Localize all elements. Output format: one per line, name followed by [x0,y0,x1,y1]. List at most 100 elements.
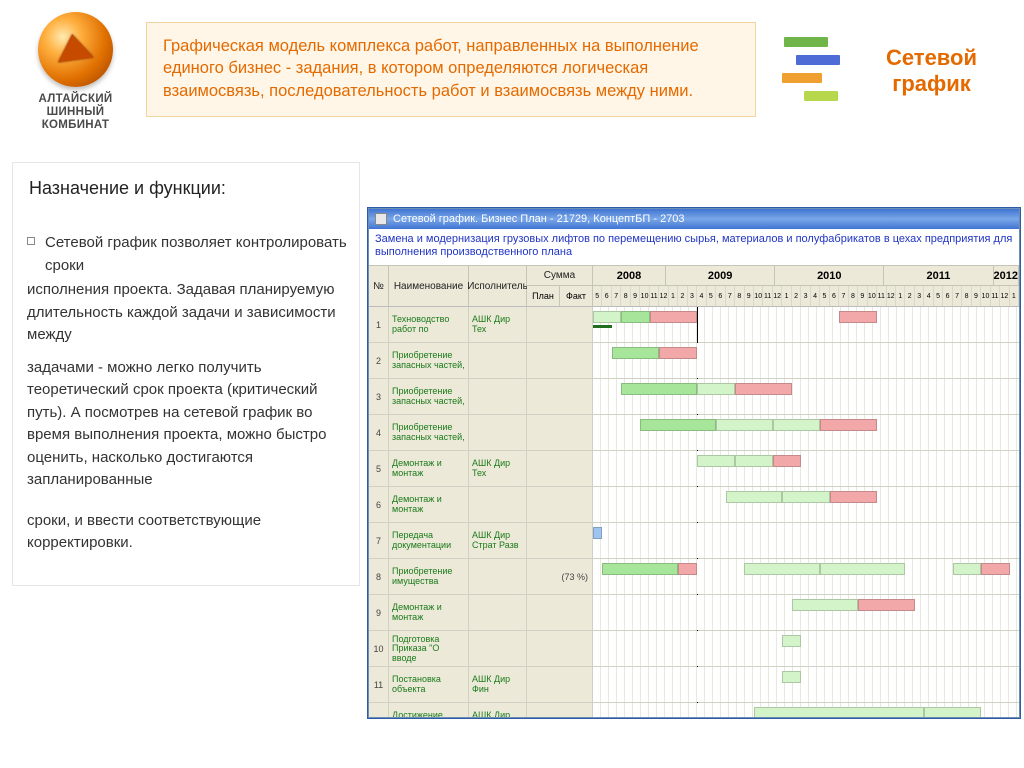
month-header[interactable]: 10 [640,286,649,306]
table-row[interactable]: 12Достижение фактическогоАШК Дир Тех [369,703,1019,718]
table-row[interactable]: 8Приобретение имущества(73 %) [369,559,1019,595]
month-header[interactable]: 6 [943,286,952,306]
gantt-bar[interactable] [744,563,820,575]
month-header[interactable]: 7 [612,286,621,306]
year-header[interactable]: 2009 [666,266,775,286]
gantt-bar[interactable] [820,419,877,431]
gantt-bar[interactable] [612,347,659,359]
gantt-bar[interactable] [858,599,915,611]
year-header[interactable]: 2012 [994,266,1019,286]
year-header[interactable]: 2008 [593,266,666,286]
gantt-lane[interactable] [593,487,1019,522]
month-header[interactable]: 12 [887,286,896,306]
month-header[interactable]: 11 [991,286,1000,306]
gantt-bar[interactable] [621,311,649,323]
gantt-bar[interactable] [716,419,773,431]
month-header[interactable]: 1 [1010,286,1019,306]
month-header[interactable]: 3 [915,286,924,306]
month-header[interactable]: 1 [669,286,678,306]
gantt-bar[interactable] [754,707,924,718]
gantt-lane[interactable] [593,667,1019,702]
gantt-bar[interactable] [593,527,602,539]
gantt-bar[interactable] [650,311,697,323]
gantt-lane[interactable] [593,703,1019,718]
month-header[interactable]: 7 [839,286,848,306]
month-header[interactable]: 2 [678,286,687,306]
gantt-bar[interactable] [782,635,801,647]
gantt-bar[interactable] [593,325,612,328]
gantt-lane[interactable] [593,559,1019,594]
month-header[interactable]: 6 [830,286,839,306]
month-header[interactable]: 11 [650,286,659,306]
month-header[interactable]: 5 [593,286,602,306]
gantt-lane[interactable] [593,307,1019,342]
month-header[interactable]: 3 [801,286,810,306]
gantt-lane[interactable] [593,631,1019,666]
gantt-lane[interactable] [593,595,1019,630]
gantt-bar[interactable] [773,419,820,431]
gantt-bar[interactable] [697,383,735,395]
col-header-plan[interactable]: План [527,286,560,306]
month-header[interactable]: 6 [716,286,725,306]
gantt-lane[interactable] [593,523,1019,558]
gantt-bar[interactable] [839,311,877,323]
col-header-num[interactable]: № [369,266,389,306]
month-header[interactable]: 5 [820,286,829,306]
month-header[interactable]: 5 [934,286,943,306]
gantt-lane[interactable] [593,415,1019,450]
table-row[interactable]: 10Подготовка Приказа "О вводе [369,631,1019,667]
month-header[interactable]: 8 [735,286,744,306]
month-header[interactable]: 9 [858,286,867,306]
gantt-bar[interactable] [981,563,1009,575]
gantt-bar[interactable] [726,491,783,503]
gantt-lane[interactable] [593,451,1019,486]
gantt-body[interactable]: 1Техноводство работ поАШК Дир Тех2Приобр… [369,307,1019,718]
gantt-bar[interactable] [773,455,801,467]
month-header[interactable]: 4 [811,286,820,306]
gantt-bar[interactable] [621,383,697,395]
month-header[interactable]: 8 [621,286,630,306]
col-header-sum[interactable]: Сумма [527,266,593,286]
gantt-lane[interactable] [593,379,1019,414]
month-header[interactable]: 2 [792,286,801,306]
month-header[interactable]: 1 [782,286,791,306]
gantt-bar[interactable] [602,563,678,575]
month-header[interactable]: 12 [773,286,782,306]
gantt-bar[interactable] [659,347,697,359]
month-header[interactable]: 3 [688,286,697,306]
gantt-bar[interactable] [820,563,905,575]
table-row[interactable]: 4Приобретение запасных частей, [369,415,1019,451]
year-header[interactable]: 2010 [775,266,884,286]
gantt-bar[interactable] [697,455,735,467]
gantt-lane[interactable] [593,343,1019,378]
table-row[interactable]: 2Приобретение запасных частей, [369,343,1019,379]
gantt-bar[interactable] [924,707,981,718]
month-header[interactable]: 6 [602,286,611,306]
month-header[interactable]: 7 [726,286,735,306]
gantt-bar[interactable] [953,563,981,575]
month-header[interactable]: 11 [763,286,772,306]
month-header[interactable]: 9 [972,286,981,306]
gantt-bar[interactable] [782,671,801,683]
month-header[interactable]: 11 [877,286,886,306]
gantt-bar[interactable] [735,383,792,395]
month-header[interactable]: 8 [962,286,971,306]
month-header[interactable]: 12 [659,286,668,306]
gantt-bar[interactable] [782,491,829,503]
gantt-bar[interactable] [792,599,858,611]
month-header[interactable]: 1 [896,286,905,306]
table-row[interactable]: 6Демонтаж и монтаж [369,487,1019,523]
window-titlebar[interactable]: Сетевой график. Бизнес План - 21729, Кон… [369,209,1019,229]
month-header[interactable]: 4 [924,286,933,306]
table-row[interactable]: 11Постановка объектаАШК Дир Фин [369,667,1019,703]
month-header[interactable]: 9 [631,286,640,306]
month-header[interactable]: 10 [754,286,763,306]
year-header[interactable]: 2011 [884,266,993,286]
table-row[interactable]: 9Демонтаж и монтаж [369,595,1019,631]
table-row[interactable]: 3Приобретение запасных частей, [369,379,1019,415]
col-header-executor[interactable]: Исполнитель [469,266,527,306]
month-header[interactable]: 7 [953,286,962,306]
gantt-bar[interactable] [830,491,877,503]
col-header-name[interactable]: Наименование [389,266,469,306]
table-row[interactable]: 7Передача документацииАШК Дир Страт Разв [369,523,1019,559]
